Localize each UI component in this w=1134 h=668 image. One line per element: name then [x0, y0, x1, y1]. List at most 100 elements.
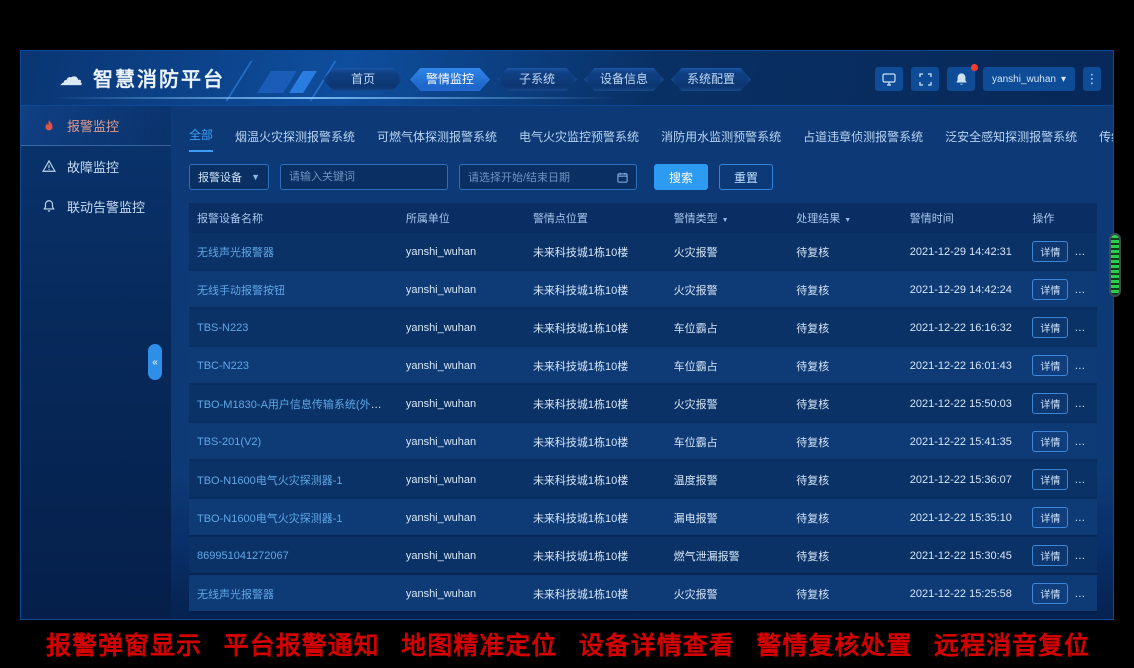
app-title: 智慧消防平台: [93, 63, 225, 92]
device-name-link[interactable]: 无线声光报警器: [197, 589, 274, 601]
kebab-icon: ⋮: [1086, 71, 1099, 87]
cell-unit: yanshi_wuhan: [398, 460, 525, 498]
filter-icon[interactable]: ▼: [722, 217, 729, 224]
detail-button[interactable]: 详情: [1032, 241, 1068, 262]
cell-time: 2021-12-22 15:25:58: [902, 574, 1025, 612]
cell-result: 待复核: [788, 498, 902, 536]
column-header-label: 所属单位: [406, 213, 450, 225]
device-name-link[interactable]: 无线声光报警器: [197, 247, 274, 259]
table-row: TBS-201(V2)yanshi_wuhan未来科技城1栋10楼车位霸占待复核…: [189, 422, 1097, 460]
table-row: 无线声光报警器yanshi_wuhan未来科技城1栋10楼火灾报警待复核2021…: [189, 233, 1097, 270]
nav-button-0[interactable]: 首页: [323, 68, 403, 91]
cell-type: 火灾报警: [666, 384, 789, 422]
nav-button-2[interactable]: 子系统: [497, 68, 577, 91]
column-header-4: 处理结果 ▼: [788, 203, 902, 233]
alarm-monitor-icon: [41, 119, 57, 133]
cell-unit: yanshi_wuhan: [398, 498, 525, 536]
cell-time: 2021-12-29 14:42:24: [902, 270, 1025, 308]
cell-time: 2021-12-22 15:35:10: [902, 498, 1025, 536]
column-header-label: 处理结果: [796, 213, 840, 225]
nav-button-3[interactable]: 设备信息: [584, 68, 664, 91]
tab-4[interactable]: 消防用水监测预警系统: [661, 128, 781, 152]
fault-monitor-icon: [41, 159, 57, 173]
table-row: TBO-N1600电气火灾探测器-1 yanshi_wuhan未来科技城1栋10楼…: [189, 498, 1097, 536]
cell-location: 未来科技城1栋10楼: [525, 384, 666, 422]
device-name-link[interactable]: TBO-N1600电气火灾探测器-1: [197, 513, 342, 525]
detail-button[interactable]: 详情: [1032, 393, 1068, 414]
cell-unit: yanshi_wuhan: [398, 536, 525, 574]
keyword-input[interactable]: [280, 164, 448, 190]
column-header-label: 操作: [1032, 213, 1054, 225]
column-header-label: 警情时间: [910, 213, 954, 225]
user-menu[interactable]: yanshi_wuhan ▾: [983, 67, 1075, 91]
detail-button[interactable]: 详情: [1032, 583, 1068, 604]
more-menu-button[interactable]: ⋮: [1083, 67, 1101, 91]
device-name-link[interactable]: TBS-N223: [197, 322, 248, 334]
detail-button[interactable]: 详情: [1032, 469, 1068, 490]
cell-location: 未来科技城1栋10楼: [525, 498, 666, 536]
detail-button[interactable]: 详情: [1032, 317, 1068, 338]
cell-result: 待复核: [788, 574, 902, 612]
sidebar-item-2[interactable]: 联动告警监控: [21, 186, 171, 226]
tab-0[interactable]: 全部: [189, 126, 213, 152]
device-name-link[interactable]: 869951041272067: [197, 550, 289, 562]
cell-time: 2021-12-22 15:30:45: [902, 536, 1025, 574]
sidebar-item-1[interactable]: 故障监控: [21, 146, 171, 186]
column-header-3: 警情类型▼: [666, 203, 789, 233]
detail-button[interactable]: 详情: [1032, 545, 1068, 566]
detail-button[interactable]: 详情: [1032, 279, 1068, 300]
column-header-1: 所属单位: [398, 203, 525, 233]
cell-unit: yanshi_wuhan: [398, 308, 525, 346]
cell-actions: 详情复核: [1024, 422, 1097, 460]
cell-device: TBC-N223: [189, 346, 398, 384]
filter-bar: 报警设备 ▼ 请选择开始/结束日期 搜索 重置: [189, 164, 1097, 190]
column-header-2: 警情点位置: [525, 203, 666, 233]
detail-button[interactable]: 详情: [1032, 507, 1068, 528]
footer-label-5: 远程消音复位: [934, 626, 1090, 662]
scrollbar-thumb[interactable]: [1109, 233, 1121, 297]
device-name-link[interactable]: TBC-N223: [197, 360, 249, 372]
alarm-type-select-value: 报警设备: [198, 169, 242, 185]
cell-type: 火灾报警: [666, 270, 789, 308]
cell-location: 未来科技城1栋10楼: [525, 308, 666, 346]
cell-time: 2021-12-22 16:16:32: [902, 308, 1025, 346]
detail-button[interactable]: 详情: [1032, 431, 1068, 452]
collapse-arrow-icon: «: [152, 357, 158, 368]
filter-icon[interactable]: ▼: [844, 217, 851, 224]
search-button[interactable]: 搜索: [654, 164, 708, 190]
alarm-type-select[interactable]: 报警设备 ▼: [189, 164, 269, 190]
device-name-link[interactable]: TBO-N1600电气火灾探测器-1: [197, 475, 342, 487]
notification-button[interactable]: [947, 67, 975, 91]
cell-result: 待复核: [788, 536, 902, 574]
footer-label-4: 警情复核处置: [756, 626, 912, 662]
device-name-link[interactable]: TBS-201(V2): [197, 436, 261, 448]
sidebar-collapse-button[interactable]: «: [148, 344, 162, 380]
reset-button[interactable]: 重置: [719, 164, 773, 190]
tab-3[interactable]: 电气火灾监控预警系统: [519, 128, 639, 152]
cell-unit: yanshi_wuhan: [398, 233, 525, 270]
table-row: 869951041272067yanshi_wuhan未来科技城1栋10楼燃气泄…: [189, 536, 1097, 574]
detail-button[interactable]: 详情: [1032, 355, 1068, 376]
tab-7[interactable]: 传统消防接入报警系统: [1099, 128, 1114, 152]
device-name-link[interactable]: 无线手动报警按钮: [197, 285, 285, 297]
cell-device: TBS-201(V2): [189, 422, 398, 460]
linkage-alert-icon: [41, 199, 57, 213]
date-range-input[interactable]: 请选择开始/结束日期: [459, 164, 637, 190]
table-row: 无线手动报警按钮yanshi_wuhan未来科技城1栋10楼火灾报警待复核202…: [189, 270, 1097, 308]
device-name-link[interactable]: TBO-M1830-A用户信息传输系统(外部化): [197, 399, 396, 411]
tab-2[interactable]: 可燃气体探测报警系统: [377, 128, 497, 152]
tab-5[interactable]: 占道违章侦测报警系统: [803, 128, 923, 152]
sidebar-item-0[interactable]: 报警监控: [21, 106, 171, 146]
cell-device: TBO-N1600电气火灾探测器-1: [189, 498, 398, 536]
nav-button-1[interactable]: 警情监控: [410, 68, 490, 91]
fullscreen-button[interactable]: [911, 67, 939, 91]
table-row: 无线声光报警器yanshi_wuhan未来科技城1栋10楼火灾报警待复核2021…: [189, 574, 1097, 612]
tab-6[interactable]: 泛安全感知探测报警系统: [945, 128, 1077, 152]
cell-actions: 详情复核: [1024, 270, 1097, 308]
nav-button-4[interactable]: 系统配置: [671, 68, 751, 91]
cell-type: 车位霸占: [666, 308, 789, 346]
monitor-button[interactable]: [875, 67, 903, 91]
tab-1[interactable]: 烟温火灾探测报警系统: [235, 128, 355, 152]
cell-location: 未来科技城1栋10楼: [525, 536, 666, 574]
sidebar-item-label: 联动告警监控: [67, 197, 145, 216]
